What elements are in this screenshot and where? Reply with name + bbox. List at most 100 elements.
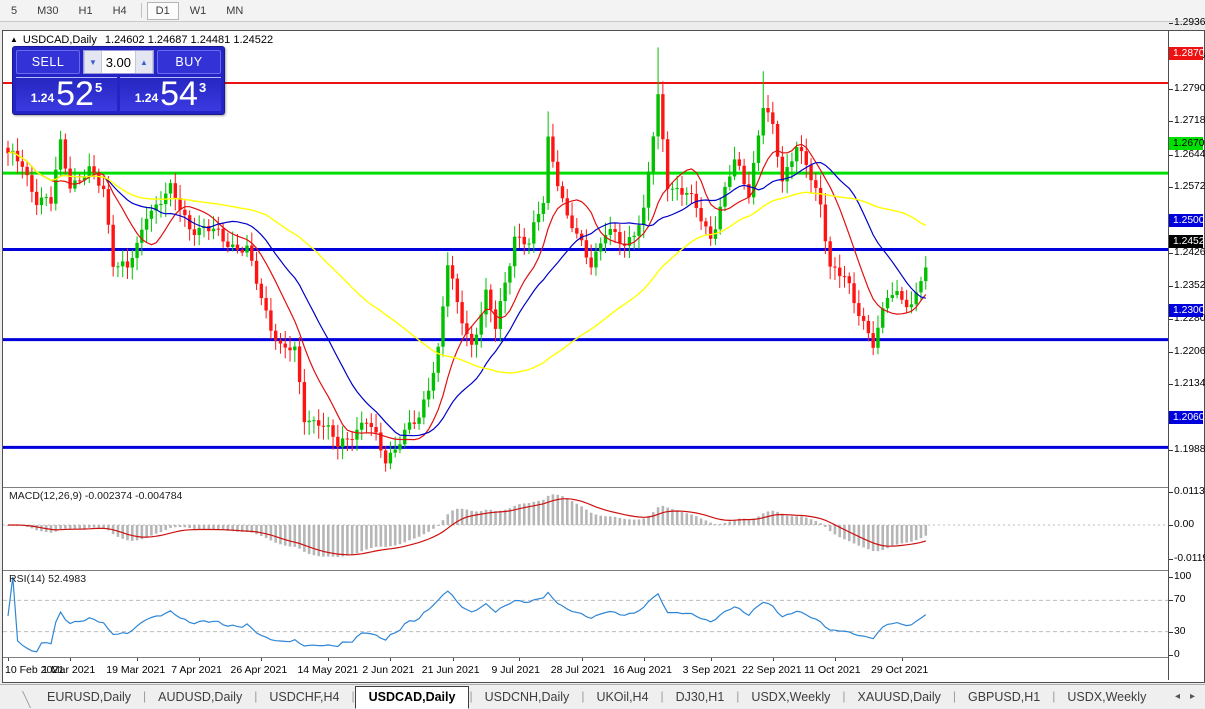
sell-price[interactable]: 1.24525 [16,77,117,111]
date-label: 28 Jul 2021 [551,664,605,676]
chart-tab-usdx-weekly[interactable]: USDX,Weekly [1055,687,1158,708]
date-label: 1 Mar 2021 [42,664,95,676]
moving-average-10[interactable] [8,144,926,439]
chart-tab-usdx-weekly[interactable]: USDX,Weekly [739,687,842,708]
timeframe-button-5[interactable]: 5 [2,2,26,20]
date-tick-mark [644,658,645,661]
date-tick-mark [8,658,9,661]
tab-scroll-right-icon[interactable]: ▸ [1190,691,1195,702]
chart-tab-usdcnh-daily[interactable]: USDCNH,Daily [473,687,582,708]
price-tick-label: 1.29360 [1174,17,1205,28]
date-tick-mark [711,658,712,661]
chart-tabs-bar: EURUSD,Daily|AUDUSD,Daily|USDCHF,H4|USDC… [0,684,1205,708]
date-tick-mark [137,658,138,661]
chart-tab-usdchf-h4[interactable]: USDCHF,H4 [257,687,351,708]
rsi-tick-mark [1169,600,1173,601]
price-tick-label: 1.27900 [1174,83,1205,94]
macd-tick-mark [1169,525,1173,526]
date-tick-mark [519,658,520,661]
price-tick-mark [1169,155,1173,156]
price-tick-label: 1.21340 [1174,378,1205,389]
price-level-badge[interactable]: 1.24522 [1169,235,1203,248]
timeframe-button-h4[interactable]: H4 [104,2,136,20]
price-chart-area[interactable]: ▲USDCAD,Daily1.24602 1.24687 1.24481 1.2… [3,31,1168,487]
price-level-badge[interactable]: 1.26700 [1169,137,1203,150]
date-label: 14 May 2021 [297,664,358,676]
rsi-value: 52.4983 [48,573,86,585]
chart-tab-gbpusd-h1[interactable]: GBPUSD,H1 [956,687,1052,708]
volume-value[interactable]: 3.00 [102,51,135,73]
sell-price-big: 52 [56,79,94,110]
date-label: 3 Sep 2021 [683,664,737,676]
date-tick-mark [70,658,71,661]
price-tick-mark [1169,384,1173,385]
mt4-terminal: { "toolbar": { "periods": ["5", "M30", "… [0,0,1205,708]
rsi-tick-mark [1169,577,1173,578]
date-tick-mark [773,658,774,661]
date-tick-mark [328,658,329,661]
date-tick-mark [582,658,583,661]
volume-decrease-button[interactable]: ▼ [84,51,102,73]
date-tick-mark [199,658,200,661]
chart-tab-dj30-h1[interactable]: DJ30,H1 [664,687,737,708]
horizontal-level-lines [3,83,1168,447]
tab-scroll-left-icon[interactable]: ◂ [1175,691,1180,702]
price-tick-mark [1169,89,1173,90]
date-label: 11 Oct 2021 [804,664,860,676]
moving-average-21[interactable] [8,152,926,436]
rsi-tick-label: 30 [1174,626,1185,637]
macd-tick-label: -0.01190 [1174,553,1205,564]
timeframe-button-w1[interactable]: W1 [181,2,216,20]
date-label: 22 Sep 2021 [742,664,802,676]
chart-tab-eurusd-daily[interactable]: EURUSD,Daily [35,687,143,708]
buy-price-sup: 3 [199,80,206,95]
chart-tab-audusd-daily[interactable]: AUDUSD,Daily [146,687,254,708]
price-tick-mark [1169,121,1173,122]
price-axis: 1.293601.286301.279001.271801.264401.257… [1168,31,1202,680]
price-tick-mark [1169,253,1173,254]
price-tick-label: 1.25720 [1174,181,1205,192]
rsi-tick-label: 70 [1174,594,1185,605]
macd-tick-mark [1169,559,1173,560]
chart-tab-usdcad-daily[interactable]: USDCAD,Daily [355,686,470,709]
date-label: 2 Jun 2021 [362,664,414,676]
price-level-badge[interactable]: 1.28700 [1169,47,1203,60]
sell-price-sup: 5 [95,80,102,95]
chart-title: ▲USDCAD,Daily1.24602 1.24687 1.24481 1.2… [10,34,273,46]
chart-tab-xauusd-daily[interactable]: XAUUSD,Daily [846,687,953,708]
price-level-badge[interactable]: 1.20609 [1169,411,1203,424]
price-level-badge[interactable]: 1.25003 [1169,214,1203,227]
rsi-label: RSI(14) 52.4983 [9,573,86,585]
chart-ohlc-values: 1.24602 1.24687 1.24481 1.24522 [105,34,273,46]
timeframe-button-mn[interactable]: MN [217,2,252,20]
date-label: 21 Jun 2021 [422,664,480,676]
buy-price[interactable]: 1.24543 [120,77,221,111]
date-label: 19 Mar 2021 [106,664,165,676]
price-tick-mark [1169,319,1173,320]
date-tick-mark [453,658,454,661]
volume-increase-button[interactable]: ▲ [135,51,153,73]
chart-tab-ukoil-h4[interactable]: UKOil,H4 [584,687,660,708]
price-tick-label: 1.22060 [1174,346,1205,357]
sell-button[interactable]: SELL [16,50,80,74]
macd-tick-label: 0.00 [1174,519,1194,530]
macd-tick-label: 0.01135 [1174,486,1205,497]
price-tick-mark [1169,450,1173,451]
buy-button[interactable]: BUY [157,50,221,74]
timeframe-button-d1[interactable]: D1 [147,2,179,20]
date-tick-mark [835,658,836,661]
timeframe-button-h1[interactable]: H1 [70,2,102,20]
chart-window: ▲USDCAD,Daily1.24602 1.24687 1.24481 1.2… [2,30,1205,683]
buy-price-big: 54 [160,79,198,110]
macd-tick-mark [1169,492,1173,493]
buy-price-prefix: 1.24 [135,91,158,105]
date-tick-mark [390,658,391,661]
timeframe-button-m30[interactable]: M30 [28,2,67,20]
collapse-panel-icon[interactable]: ▲ [10,35,18,44]
macd-label: MACD(12,26,9) -0.002374 -0.004784 [9,490,182,502]
timeframe-toolbar: 5M30H1H4 D1W1MN [0,0,1205,22]
toolbar-separator [141,3,142,18]
price-level-badge[interactable]: 1.23003 [1169,304,1203,317]
rsi-tick-mark [1169,632,1173,633]
time-axis: 10 Feb 20211 Mar 202119 Mar 20217 Apr 20… [3,658,1168,679]
